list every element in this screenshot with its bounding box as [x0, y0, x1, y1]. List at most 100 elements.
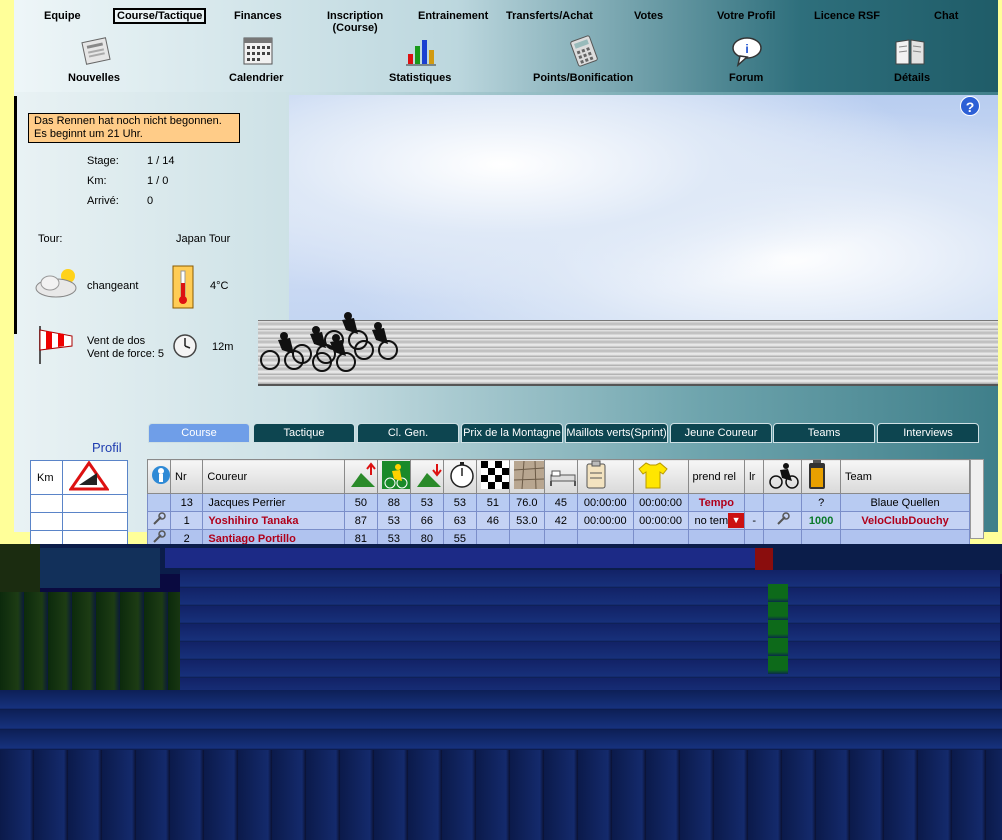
- top-link-5[interactable]: Transferts/Achat: [506, 10, 593, 22]
- glitch-block: [40, 548, 160, 588]
- help-icon[interactable]: ?: [960, 96, 980, 116]
- tab-prix-montagne[interactable]: Prix de la Montagne: [461, 423, 563, 443]
- riders-header-row: Nr Coureur prend rel lr Team: [147, 459, 970, 494]
- profil-table: Km: [29, 460, 128, 549]
- sprint-header[interactable]: [376, 459, 411, 494]
- top-link-3[interactable]: Inscription (Course): [327, 10, 383, 34]
- speech-bubble-icon: i: [732, 37, 762, 68]
- nav-label-nouvelles: Nouvelles: [68, 72, 120, 84]
- profil-cell: [29, 494, 64, 513]
- team-header[interactable]: Team: [840, 459, 970, 494]
- tab-interviews[interactable]: Interviews: [877, 423, 979, 443]
- table-row[interactable]: 13 Jacques Perrier 50 88 53 53 51 76.0 4…: [147, 493, 970, 512]
- wrench-icon: [153, 530, 166, 543]
- finish-header[interactable]: [475, 459, 510, 494]
- yellow-jersey-icon: [637, 462, 668, 489]
- rider-name[interactable]: Jacques Perrier: [202, 493, 345, 512]
- rider-stat: 66: [409, 511, 444, 530]
- windsock-icon: [39, 326, 73, 364]
- sky-view: [289, 95, 998, 327]
- rider-name[interactable]: Yoshihiro Tanaka: [202, 511, 345, 530]
- breakaway-header[interactable]: [763, 459, 803, 494]
- stage-label: Stage:: [87, 155, 119, 167]
- rider-breakaway[interactable]: [763, 511, 803, 530]
- rider-stat: 53: [376, 511, 411, 530]
- profil-gradient-header: [62, 460, 128, 495]
- top-link-0[interactable]: Equipe: [44, 10, 81, 22]
- dropdown-arrow-icon[interactable]: ▼: [728, 513, 744, 528]
- temperature-value: 4°C: [210, 280, 229, 292]
- cyclist-yellow-icon: [381, 461, 410, 489]
- weather-value: changeant: [87, 280, 139, 292]
- profil-cell: [29, 512, 64, 531]
- tab-jeune-coureur[interactable]: Jeune Coureur: [670, 423, 772, 443]
- tour-label: Tour:: [38, 233, 63, 245]
- rider-stat: 63: [442, 511, 477, 530]
- nav-label-forum: Forum: [729, 72, 764, 84]
- tab-teams[interactable]: Teams: [773, 423, 875, 443]
- rider-energy: ?: [801, 493, 842, 512]
- km-value: 1 / 0: [147, 175, 169, 187]
- tab-cl-gen[interactable]: Cl. Gen.: [357, 423, 459, 443]
- top-link-9[interactable]: Chat: [934, 10, 958, 22]
- coureur-header[interactable]: Coureur: [202, 459, 345, 494]
- prend-rel-header[interactable]: prend rel: [687, 459, 746, 494]
- tab-tactique[interactable]: Tactique: [253, 423, 355, 443]
- svg-text:i: i: [745, 42, 748, 56]
- stamina-header[interactable]: [543, 459, 578, 494]
- wind-direction: Vent de dos: [87, 335, 146, 347]
- energy-header[interactable]: [801, 459, 842, 494]
- arrive-value: 0: [147, 195, 154, 207]
- top-link-8[interactable]: Licence RSF: [814, 10, 880, 22]
- rider-tool-cell[interactable]: [147, 511, 171, 530]
- cobblestone-header[interactable]: [508, 459, 545, 494]
- nav-label-details: Détails: [894, 72, 931, 84]
- cobblestone-icon: [513, 460, 544, 490]
- table-scrollbar[interactable]: [970, 459, 984, 539]
- yellow-jersey-header[interactable]: [632, 459, 689, 494]
- table-row[interactable]: 1 Yoshihiro Tanaka 87 53 66 63 46 53.0 4…: [147, 511, 970, 530]
- rider-stat: 88: [376, 493, 411, 512]
- tab-course[interactable]: Course: [148, 423, 250, 443]
- mountain-down-icon: [416, 464, 442, 487]
- glitch-block: [0, 592, 180, 692]
- wind-force: Vent de force: 5: [87, 348, 165, 360]
- rider-prend-rel-select[interactable]: no tempo ▼: [687, 511, 746, 530]
- nav-label-calendrier: Calendrier: [229, 72, 284, 84]
- rider-lr: -: [744, 511, 765, 530]
- tab-maillots-verts[interactable]: Maillots verts(Sprint): [565, 423, 668, 443]
- wrench-icon: [153, 512, 166, 525]
- mountain-up-header[interactable]: [343, 459, 378, 494]
- rider-stat: 46: [475, 511, 510, 530]
- battery-icon: [809, 460, 826, 489]
- thermometer-icon: [172, 265, 194, 309]
- clipboard-header[interactable]: [576, 459, 634, 494]
- glitch-block: [768, 584, 788, 674]
- arrive-label: Arrivé:: [87, 195, 119, 207]
- peloton-icon: [260, 312, 398, 372]
- nr-header[interactable]: Nr: [169, 459, 204, 494]
- mountain-down-header[interactable]: [409, 459, 444, 494]
- stopwatch-icon: [173, 334, 197, 358]
- tour-value: Japan Tour: [176, 233, 231, 245]
- top-link-7[interactable]: Votre Profil: [717, 10, 775, 22]
- status-line-1: Das Rennen hat noch nicht begonnen.: [34, 115, 222, 127]
- lr-header[interactable]: lr: [744, 459, 765, 494]
- nav-label-statistiques: Statistiques: [389, 72, 452, 84]
- rider-tool-cell: [147, 493, 171, 512]
- time-trial-header[interactable]: [442, 459, 477, 494]
- climb-warning-icon: [68, 460, 111, 491]
- top-link-4[interactable]: Entrainement: [418, 10, 488, 22]
- nav-label-points: Points/Bonification: [533, 72, 634, 84]
- rider-breakaway: [763, 493, 803, 512]
- rider-time: 00:00:00: [576, 511, 634, 530]
- top-link-6[interactable]: Votes: [634, 10, 663, 22]
- top-link-2[interactable]: Finances: [234, 10, 282, 22]
- top-link-1[interactable]: Course/Tactique: [113, 8, 207, 24]
- profil-title: Profil: [92, 440, 122, 455]
- rider-prend-rel[interactable]: Tempo: [687, 493, 746, 512]
- time-value: 12m: [212, 341, 234, 353]
- rider-stat: 45: [543, 493, 578, 512]
- cyclist-icon: [769, 463, 800, 489]
- glitch-block: [0, 690, 1002, 750]
